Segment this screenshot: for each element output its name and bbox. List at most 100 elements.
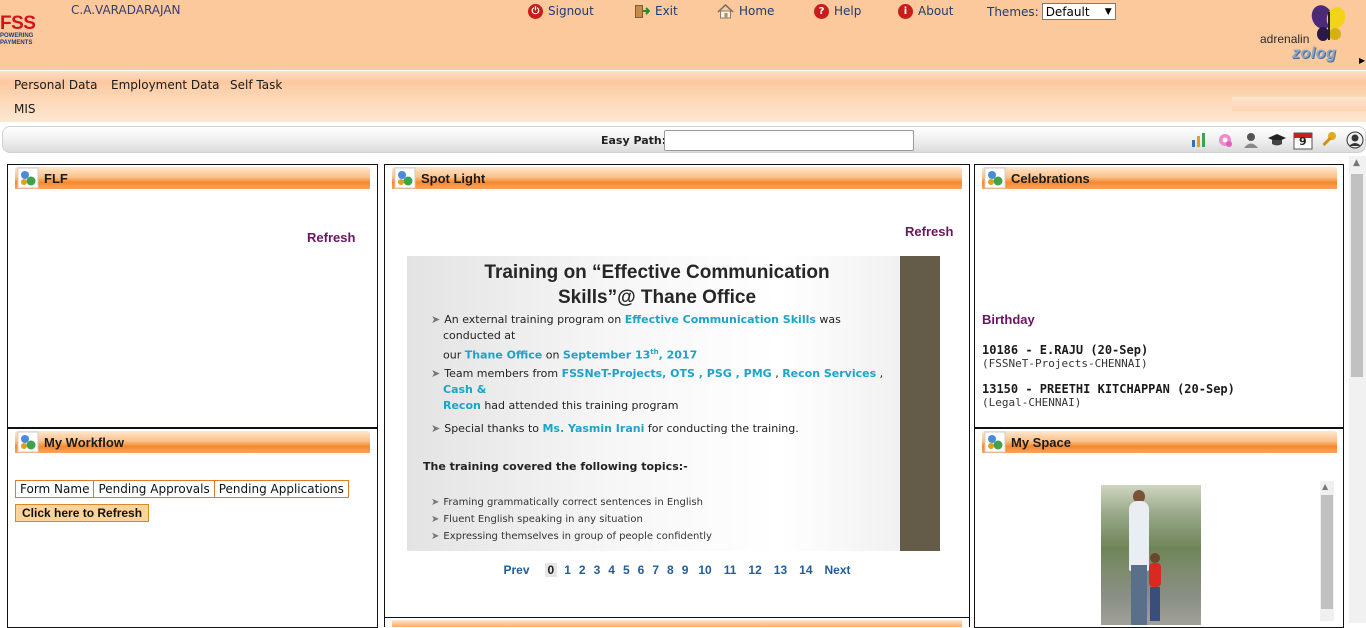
highlight: , 2017 bbox=[658, 348, 698, 362]
profile-icon[interactable] bbox=[1241, 129, 1261, 150]
easy-path-label: Easy Path: bbox=[601, 134, 667, 147]
pager-page-6[interactable]: 6 bbox=[634, 563, 649, 577]
avatar-icon[interactable] bbox=[1345, 129, 1365, 150]
highlight: Cash & bbox=[443, 383, 487, 396]
slide-bullet-3: ➤ Special thanks to Ms. Yasmin Irani for … bbox=[431, 421, 901, 437]
pager-page-1[interactable]: 1 bbox=[560, 563, 575, 577]
slide-title-line-2: Skills”@ Thane Office bbox=[557, 287, 757, 308]
slide-topic-item: ➤ Framing grammatically correct sentences… bbox=[431, 497, 703, 508]
home-link[interactable]: Home bbox=[717, 2, 774, 20]
widget-icon bbox=[984, 167, 1006, 189]
photo-figure bbox=[1150, 553, 1160, 563]
logo-tagline-2: PAYMENTS bbox=[0, 40, 33, 46]
pager-page-12[interactable]: 12 bbox=[742, 563, 767, 577]
page-scrollbar[interactable]: ▲ bbox=[1349, 156, 1366, 623]
slide-bullet-2: ➤ Team members from FSSNeT-Projects, OTS … bbox=[431, 366, 901, 414]
about-link[interactable]: i About bbox=[898, 2, 953, 20]
pager-page-5[interactable]: 5 bbox=[619, 563, 634, 577]
signout-label: Signout bbox=[548, 4, 594, 18]
bullet-arrow-icon: ➤ bbox=[431, 313, 441, 326]
key-icon[interactable] bbox=[1319, 129, 1339, 150]
panel-title: Celebrations bbox=[1011, 170, 1090, 186]
pager-page-13[interactable]: 13 bbox=[768, 563, 793, 577]
info-icon: i bbox=[898, 3, 913, 19]
pager-page-11[interactable]: 11 bbox=[718, 563, 743, 577]
flf-refresh-link[interactable]: Refresh bbox=[307, 230, 355, 245]
header: FSS POWERING PAYMENTS C.A.VARADARAJAN ⏻ … bbox=[0, 0, 1366, 70]
next-panel-edge bbox=[384, 617, 970, 627]
photo-figure bbox=[1129, 501, 1149, 571]
column-form-name: Form Name bbox=[16, 481, 95, 497]
pager-page-7[interactable]: 7 bbox=[648, 563, 663, 577]
slide-title-line-1: Training on “Effective Communication bbox=[484, 262, 830, 283]
main-menu: Personal Data Employment Data Self Task … bbox=[0, 70, 1366, 122]
pager-next[interactable]: Next bbox=[821, 563, 855, 577]
my-space-photo[interactable] bbox=[1101, 485, 1201, 625]
pager-page-0[interactable]: 0 bbox=[544, 563, 558, 577]
scroll-up-icon[interactable]: ▲ bbox=[1353, 158, 1360, 168]
myspace-panel-header: My Space bbox=[982, 431, 1337, 453]
myspace-scrollbar[interactable]: ▲ bbox=[1320, 481, 1334, 621]
column-pending-approvals: Pending Approvals bbox=[94, 481, 215, 497]
help-link[interactable]: ? Help bbox=[814, 2, 861, 20]
scroll-thumb[interactable] bbox=[1321, 495, 1333, 609]
spotlight-slide[interactable]: Training on “Effective Communication Ski… bbox=[407, 256, 940, 551]
brand-word: adrenalin bbox=[1260, 32, 1310, 46]
panel-title: My Space bbox=[1011, 434, 1071, 450]
themes-select[interactable]: Default ▼ bbox=[1041, 3, 1116, 20]
workflow-panel: My Workflow Form Name Pending Approvals … bbox=[7, 428, 378, 628]
logo-text: FSS bbox=[0, 13, 36, 34]
pager-page-14[interactable]: 14 bbox=[793, 563, 818, 577]
photo-figure bbox=[1150, 587, 1160, 621]
signout-link[interactable]: ⏻ Signout bbox=[528, 2, 594, 20]
bullet-arrow-icon: ➤ bbox=[431, 367, 441, 380]
pager-page-8[interactable]: 8 bbox=[663, 563, 678, 577]
pager-prev[interactable]: Prev bbox=[499, 563, 533, 577]
pager-page-9[interactable]: 9 bbox=[678, 563, 693, 577]
expand-arrow-icon[interactable]: ▶ bbox=[1359, 56, 1365, 65]
scroll-up-icon[interactable]: ▲ bbox=[1322, 482, 1328, 491]
topic-text: Expressing themselves in group of people… bbox=[443, 531, 712, 542]
spotlight-refresh-link[interactable]: Refresh bbox=[905, 224, 953, 239]
help-label: Help bbox=[834, 4, 862, 18]
text: had attended this training program bbox=[480, 399, 679, 412]
highlight: Ms. Yasmin Irani bbox=[542, 422, 645, 435]
text: for conducting the training. bbox=[644, 422, 799, 435]
photo-figure bbox=[1149, 563, 1161, 587]
workflow-refresh-button[interactable]: Click here to Refresh bbox=[15, 504, 150, 522]
calendar-icon[interactable]: 9 bbox=[1293, 129, 1313, 150]
easy-path-input[interactable] bbox=[664, 130, 914, 151]
scroll-thumb[interactable] bbox=[1351, 174, 1363, 377]
menu-self-task[interactable]: Self Task bbox=[230, 78, 282, 92]
pager-page-3[interactable]: 3 bbox=[590, 563, 605, 577]
topic-text: Fluent English speaking in any situation bbox=[443, 514, 643, 525]
widget-icon bbox=[17, 167, 39, 189]
pager-page-4[interactable]: 4 bbox=[604, 563, 619, 577]
signout-icon: ⏻ bbox=[528, 3, 543, 19]
fss-logo: FSS POWERING PAYMENTS bbox=[0, 14, 50, 47]
help-icon: ? bbox=[814, 3, 829, 19]
pager-page-2[interactable]: 2 bbox=[575, 563, 590, 577]
chart-icon[interactable] bbox=[1189, 129, 1209, 150]
birthday-entry-dept: (FSSNeT-Projects-CHENNAI) bbox=[982, 357, 1148, 370]
text: An external training program on bbox=[444, 313, 625, 326]
pager-page-10[interactable]: 10 bbox=[692, 563, 717, 577]
settings-flower-icon[interactable] bbox=[1215, 129, 1235, 150]
text: , bbox=[876, 367, 884, 380]
highlight: FSSNeT-Projects, OTS , PSG , PMG bbox=[561, 367, 772, 380]
flf-panel-header: FLF bbox=[15, 167, 370, 189]
exit-label: Exit bbox=[655, 4, 678, 18]
calendar-day: 9 bbox=[1299, 135, 1307, 148]
highlight: Thane Office bbox=[464, 348, 543, 362]
workflow-table-header: Form Name Pending Approvals Pending Appl… bbox=[15, 480, 349, 498]
panel-title: FLF bbox=[44, 170, 68, 186]
menu-employment-data[interactable]: Employment Data bbox=[111, 78, 220, 92]
widget-icon bbox=[394, 167, 416, 189]
widget-icon bbox=[984, 431, 1006, 453]
adrenalin-logo: adrenalin zolog ▶ bbox=[1258, 4, 1366, 66]
menu-personal-data[interactable]: Personal Data bbox=[14, 78, 97, 92]
menu-mis[interactable]: MIS bbox=[14, 102, 36, 116]
brand-sub: zolog bbox=[1292, 45, 1337, 62]
exit-link[interactable]: Exit bbox=[634, 2, 678, 20]
graduation-cap-icon[interactable] bbox=[1267, 129, 1287, 150]
